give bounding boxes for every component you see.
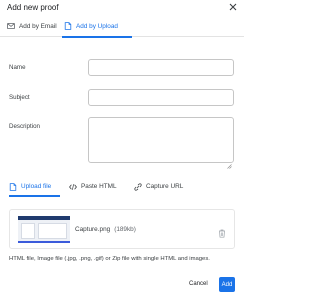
tab-paste-html[interactable]: Paste HTML <box>69 177 117 196</box>
upload-icon <box>64 22 72 30</box>
file-size: (189kb) <box>114 226 136 233</box>
uploaded-file-card: Capture.png (189kb) <box>9 209 235 249</box>
upload-source-tabs: Upload file Paste HTML Capture URL <box>0 177 244 197</box>
dialog-title: Add new proof <box>7 3 59 12</box>
tab-capture-url[interactable]: Capture URL <box>134 177 183 196</box>
description-field[interactable] <box>88 117 234 169</box>
file-type-hint: HTML file, Image file (.jpg, .png, .gif)… <box>9 256 210 262</box>
tab-add-by-email[interactable]: Add by Email <box>7 15 57 37</box>
subject-field[interactable] <box>88 89 234 106</box>
file-thumbnail <box>18 216 70 243</box>
add-button[interactable]: Add <box>219 277 235 292</box>
cancel-button[interactable]: Cancel <box>189 281 208 287</box>
name-label: Name <box>9 64 26 71</box>
tab-add-by-upload[interactable]: Add by Upload <box>62 15 132 38</box>
add-proof-dialog: Add new proof Add by Email Add by Upload… <box>0 0 244 300</box>
tab-label: Upload file <box>21 183 52 190</box>
file-name: Capture.png (189kb) <box>75 226 136 233</box>
file-name-text: Capture.png <box>75 226 111 233</box>
link-icon <box>134 182 142 191</box>
tab-label: Capture URL <box>146 183 184 190</box>
email-icon <box>7 22 15 30</box>
tab-label: Add by Email <box>19 22 57 30</box>
delete-icon[interactable] <box>218 225 226 238</box>
proof-method-tabs: Add by Email Add by Upload <box>0 15 244 38</box>
name-field[interactable] <box>88 59 234 76</box>
description-label: Description <box>9 123 40 130</box>
subject-label: Subject <box>9 94 30 101</box>
close-icon[interactable] <box>228 2 238 12</box>
resize-handle-icon[interactable] <box>227 156 232 169</box>
upload-file-icon <box>9 182 17 191</box>
code-icon <box>69 183 77 191</box>
tab-upload-file[interactable]: Upload file <box>9 177 60 197</box>
tab-label: Add by Upload <box>76 22 118 30</box>
tab-label: Paste HTML <box>81 183 117 190</box>
